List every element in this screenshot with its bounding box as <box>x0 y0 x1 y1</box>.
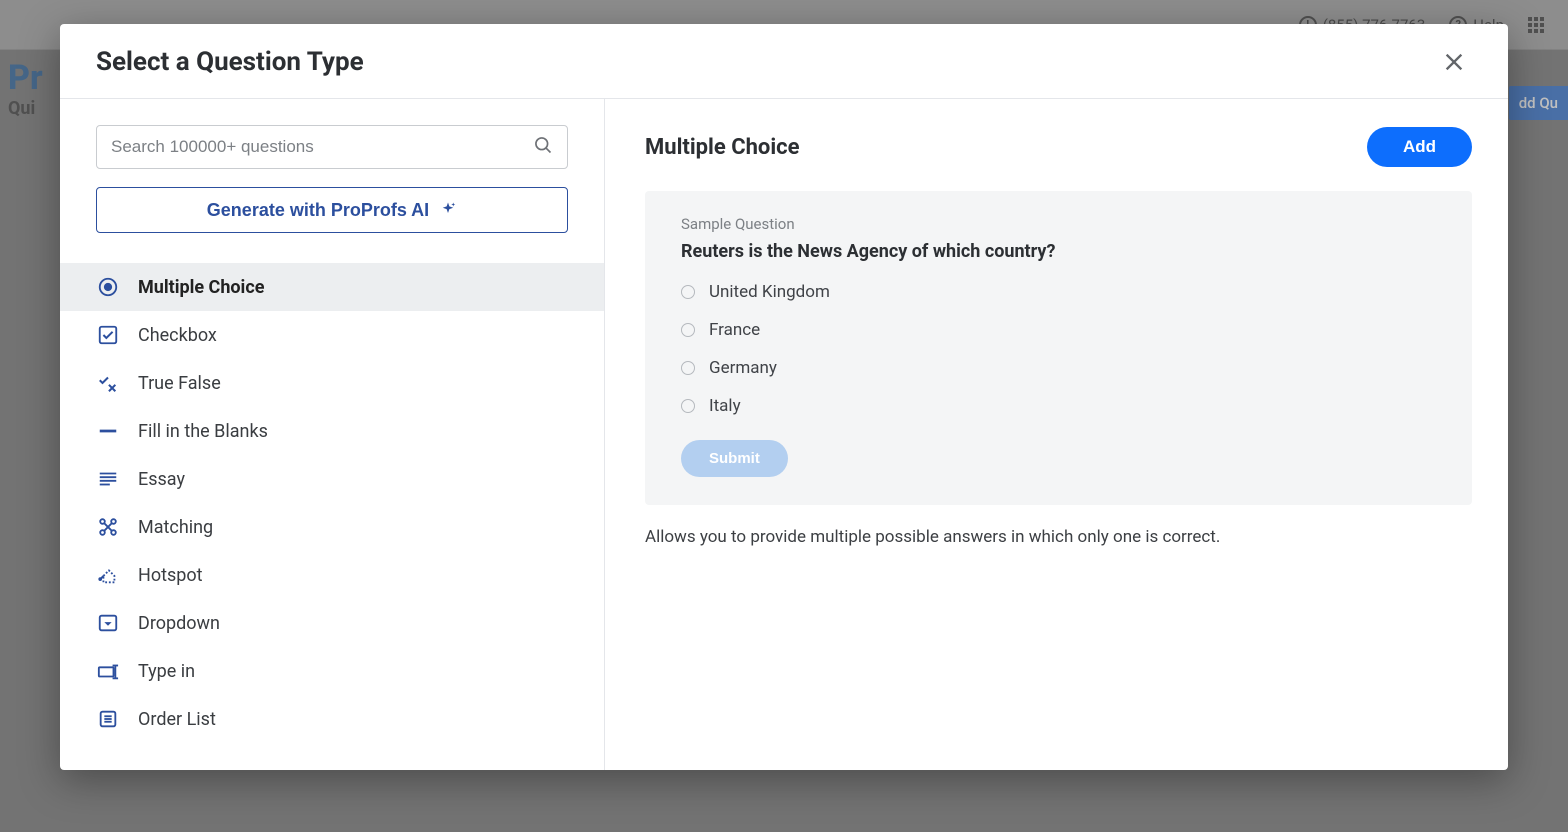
essay-icon <box>96 467 120 491</box>
search-icon <box>533 135 553 159</box>
option-text: France <box>709 320 760 340</box>
radio-icon <box>681 399 695 413</box>
radio-icon <box>681 285 695 299</box>
option-text: Italy <box>709 396 741 416</box>
generate-ai-button[interactable]: Generate with ProProfs AI <box>96 187 568 233</box>
sample-options: United Kingdom France Germany Italy <box>681 282 1436 416</box>
background-logo: Pr Qui <box>0 54 51 123</box>
question-type-checkbox[interactable]: Checkbox <box>60 311 604 359</box>
sample-option[interactable]: France <box>681 320 1436 340</box>
question-type-matching[interactable]: Matching <box>60 503 604 551</box>
question-type-label: True False <box>138 373 221 394</box>
modal-title: Select a Question Type <box>96 47 364 77</box>
option-text: United Kingdom <box>709 282 830 302</box>
modal-body: Generate with ProProfs AI Multiple Choic… <box>60 99 1508 770</box>
question-type-modal: Select a Question Type Generate with Pro… <box>60 24 1508 770</box>
close-button[interactable] <box>1436 44 1472 80</box>
fillblanks-icon <box>96 419 120 443</box>
truefalse-icon <box>96 371 120 395</box>
question-type-truefalse[interactable]: True False <box>60 359 604 407</box>
question-type-list: Multiple Choice Checkbox True False Fill in… <box>60 251 604 763</box>
multiple-icon <box>96 275 120 299</box>
preview-header: Multiple Choice Add <box>645 127 1472 167</box>
checkbox-icon <box>96 323 120 347</box>
matching-icon <box>96 515 120 539</box>
ai-button-label: Generate with ProProfs AI <box>207 200 429 221</box>
question-type-multiple[interactable]: Multiple Choice <box>60 263 604 311</box>
question-type-description: Allows you to provide multiple possible … <box>645 527 1472 547</box>
sample-question-label: Sample Question <box>681 215 1436 233</box>
modal-header: Select a Question Type <box>60 24 1508 99</box>
option-text: Germany <box>709 358 777 378</box>
question-type-label: Essay <box>138 469 185 490</box>
question-type-orderlist[interactable]: Order List <box>60 695 604 743</box>
question-type-label: Order List <box>138 709 216 730</box>
sample-question-box: Sample Question Reuters is the News Agen… <box>645 191 1472 505</box>
question-type-label: Multiple Choice <box>138 277 264 298</box>
background-add-quiz-fragment: dd Qu <box>1509 86 1568 120</box>
radio-icon <box>681 361 695 375</box>
logo-fragment-1: Pr <box>8 58 43 98</box>
sample-option[interactable]: Germany <box>681 358 1436 378</box>
question-type-label: Dropdown <box>138 613 220 634</box>
question-type-dropdown[interactable]: Dropdown <box>60 599 604 647</box>
add-button[interactable]: Add <box>1367 127 1472 167</box>
question-type-hotspot[interactable]: Hotspot <box>60 551 604 599</box>
question-type-fillblanks[interactable]: Fill in the Blanks <box>60 407 604 455</box>
preview-title: Multiple Choice <box>645 135 800 160</box>
question-type-essay[interactable]: Essay <box>60 455 604 503</box>
hotspot-icon <box>96 563 120 587</box>
orderlist-icon <box>96 707 120 731</box>
typein-icon <box>96 659 120 683</box>
dropdown-icon <box>96 611 120 635</box>
apps-grid-icon <box>1528 17 1544 33</box>
question-type-label: Hotspot <box>138 565 203 586</box>
search-input[interactable] <box>111 137 533 157</box>
close-icon <box>1443 51 1465 73</box>
question-type-label: Matching <box>138 517 213 538</box>
question-type-label: Fill in the Blanks <box>138 421 268 442</box>
sample-option[interactable]: United Kingdom <box>681 282 1436 302</box>
sample-question-text: Reuters is the News Agency of which coun… <box>681 241 1436 262</box>
question-type-label: Type in <box>138 661 195 682</box>
radio-icon <box>681 323 695 337</box>
search-box[interactable] <box>96 125 568 169</box>
question-type-sidebar: Generate with ProProfs AI Multiple Choic… <box>60 99 605 770</box>
logo-fragment-2: Qui <box>8 98 43 119</box>
sparkle-icon <box>439 201 457 219</box>
sidebar-controls: Generate with ProProfs AI <box>60 99 604 251</box>
preview-panel: Multiple Choice Add Sample Question Reut… <box>605 99 1508 770</box>
submit-button[interactable]: Submit <box>681 440 788 477</box>
question-type-label: Checkbox <box>138 325 217 346</box>
modal-backdrop: ! (855) 776-7763 ? Help Pr Qui dd Qu Sel… <box>0 0 1568 832</box>
sample-option[interactable]: Italy <box>681 396 1436 416</box>
question-type-typein[interactable]: Type in <box>60 647 604 695</box>
